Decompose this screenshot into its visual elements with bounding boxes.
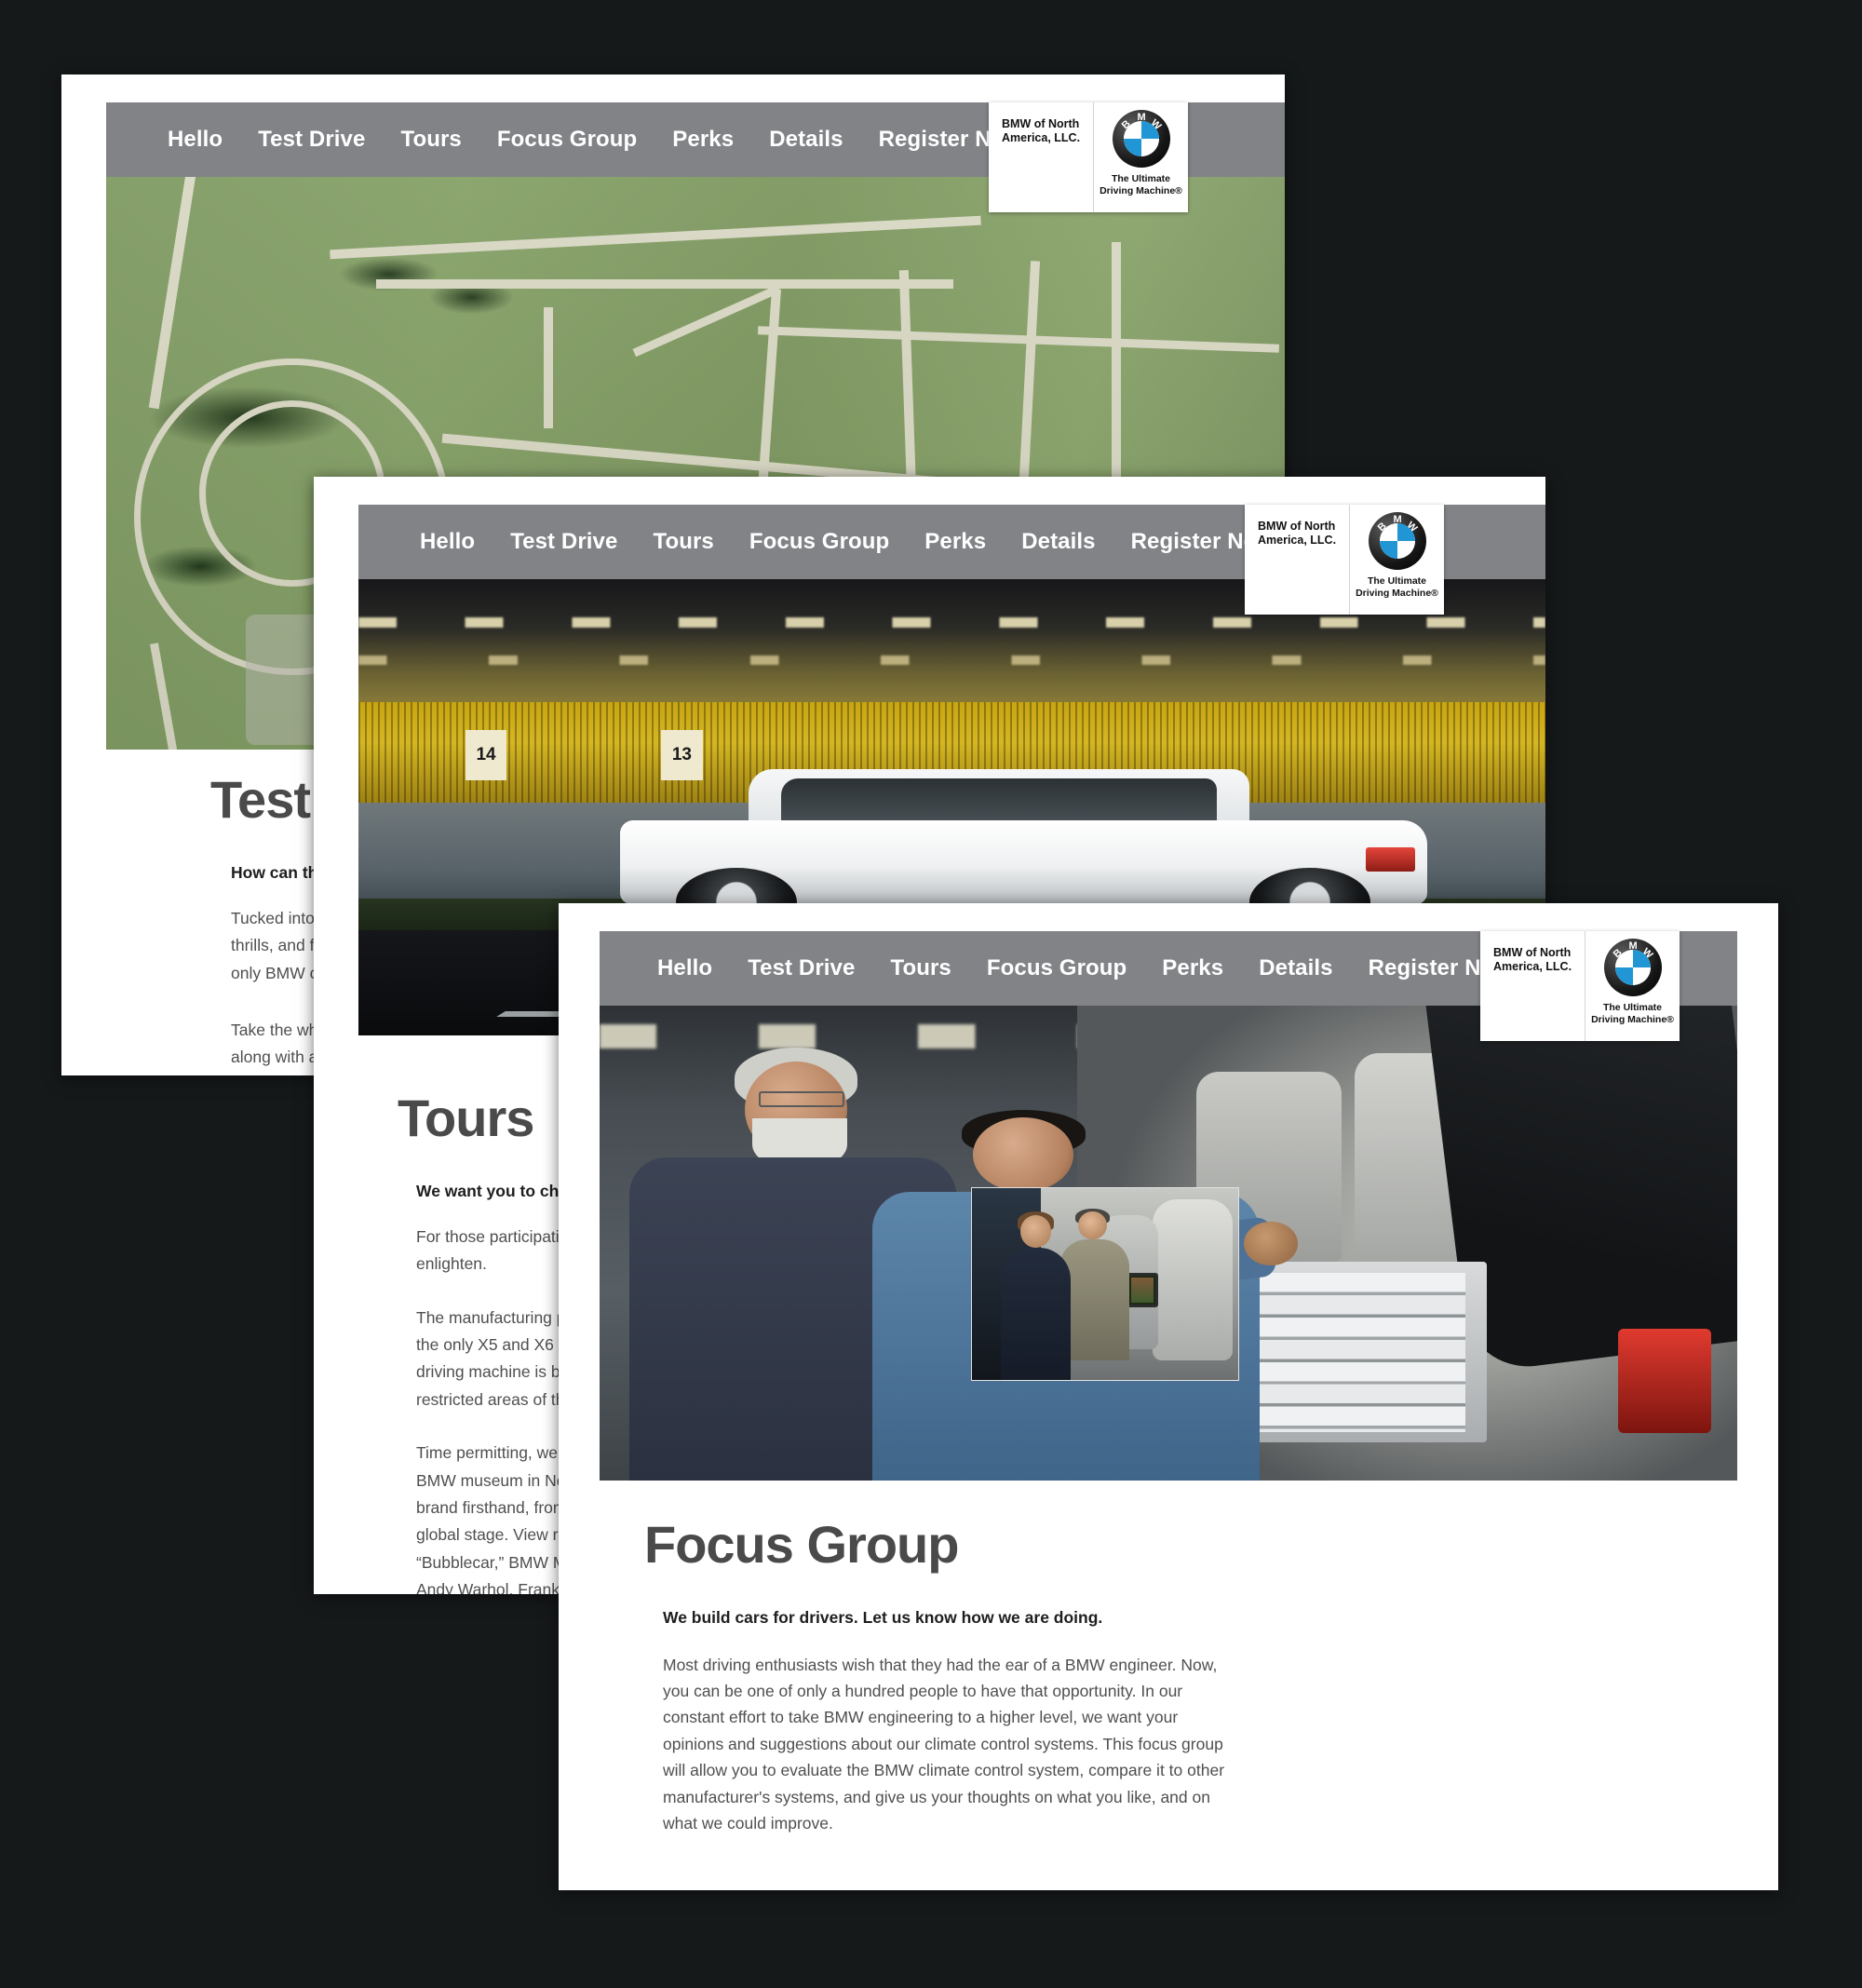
bmw-corporate-name: BMW of North America, LLC.: [1258, 520, 1337, 547]
nav-item-perks[interactable]: Perks: [672, 127, 734, 153]
page-title-focus-group: Focus Group: [644, 1515, 959, 1574]
rear-seat-screen: [1126, 1272, 1159, 1307]
bmw-roundel-icon: B M W: [1112, 110, 1170, 168]
bmw-corporate-name: BMW of North America, LLC.: [1493, 946, 1572, 973]
paragraph-focus-group-1: Most driving enthusiasts wish that they …: [663, 1655, 1225, 1832]
nav-item-tours[interactable]: Tours: [890, 955, 951, 981]
nav-item-test-drive[interactable]: Test Drive: [258, 127, 365, 153]
nav-item-perks[interactable]: Perks: [924, 529, 986, 555]
card-focus-group[interactable]: Hello Test Drive Tours Focus Group Perks…: [559, 903, 1778, 1890]
plant-bay-number-14: 14: [465, 729, 507, 780]
screenshot-canvas: Hello Test Drive Tours Focus Group Perks…: [0, 0, 1862, 1988]
bmw-roundel-icon: B M W: [1368, 512, 1426, 570]
nav-item-focus-group[interactable]: Focus Group: [497, 127, 637, 153]
bmw-logo-lockup: BMW of North America, LLC. B M W The Ult: [1245, 505, 1444, 615]
nav-item-focus-group[interactable]: Focus Group: [749, 529, 889, 555]
bmw-tagline: The Ultimate Driving Machine®: [1100, 173, 1182, 196]
bmw-logo-lockup: BMW of North America, LLC. B M W The Ult: [1480, 931, 1680, 1041]
lede-focus-group: We build cars for drivers. Let us know h…: [663, 1607, 1103, 1627]
nav-item-test-drive[interactable]: Test Drive: [748, 955, 855, 981]
bmw-tagline: The Ultimate Driving Machine®: [1356, 575, 1438, 599]
nav-item-details[interactable]: Details: [1259, 955, 1332, 981]
nav-item-tours[interactable]: Tours: [653, 529, 713, 555]
side-photo-rear-seat-evaluation: [971, 1187, 1239, 1381]
nav-item-perks[interactable]: Perks: [1162, 955, 1223, 981]
nav-item-focus-group[interactable]: Focus Group: [987, 955, 1127, 981]
content-focus-group: Focus Group We build cars for drivers. L…: [644, 1515, 1240, 1836]
bmw-logo-lockup: BMW of North America, LLC. B M W The Ult: [989, 102, 1188, 212]
nav-item-tours[interactable]: Tours: [400, 127, 461, 153]
bmw-corporate-name: BMW of North America, LLC.: [1002, 117, 1081, 144]
person-younger-man: [1001, 1211, 1071, 1380]
bmw-tagline: The Ultimate Driving Machine®: [1591, 1002, 1674, 1025]
nav-item-hello[interactable]: Hello: [168, 127, 223, 153]
nav-item-hello[interactable]: Hello: [420, 529, 475, 555]
bmw-roundel-icon: B M W: [1603, 939, 1662, 996]
nav-item-test-drive[interactable]: Test Drive: [510, 529, 617, 555]
nav-item-hello[interactable]: Hello: [657, 955, 712, 981]
nav-item-details[interactable]: Details: [769, 127, 843, 153]
nav-item-details[interactable]: Details: [1021, 529, 1095, 555]
